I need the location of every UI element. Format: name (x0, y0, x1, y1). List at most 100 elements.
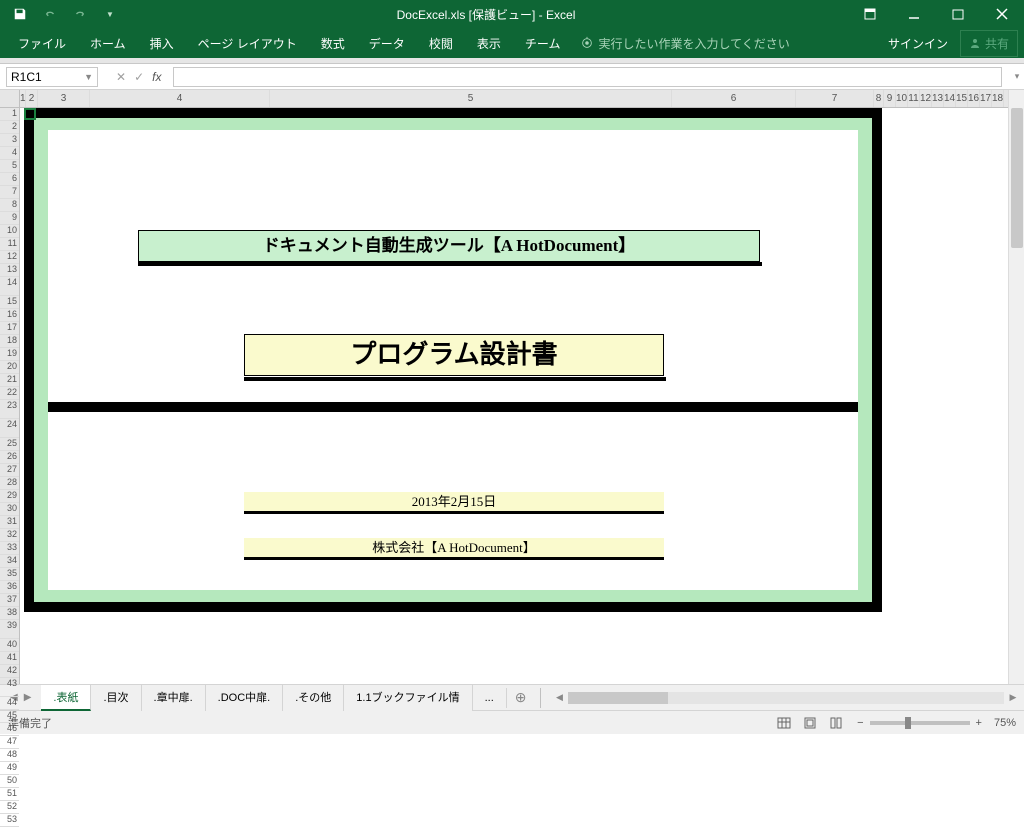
undo-button[interactable] (36, 2, 64, 26)
row-header[interactable]: 12 (0, 251, 19, 264)
row-header[interactable]: 31 (0, 516, 19, 529)
column-headers[interactable]: 123456789101112131415161718 (20, 90, 1008, 108)
column-header[interactable]: 9 (884, 90, 896, 107)
row-header[interactable]: 53 (0, 814, 19, 827)
column-header[interactable]: 11 (908, 90, 920, 107)
row-header[interactable]: 5 (0, 160, 19, 173)
column-header[interactable]: 5 (270, 90, 672, 107)
row-header[interactable]: 8 (0, 199, 19, 212)
tab-nav-next-icon[interactable]: ▶ (24, 692, 32, 703)
name-box[interactable]: R1C1▼ (6, 67, 98, 87)
row-header[interactable]: 25 (0, 438, 19, 451)
row-header[interactable]: 41 (0, 652, 19, 665)
horizontal-scroll-thumb[interactable] (568, 692, 668, 704)
cancel-formula-icon[interactable]: ✕ (116, 70, 126, 84)
column-header[interactable]: 3 (38, 90, 90, 107)
row-header[interactable]: 44 (0, 697, 19, 710)
row-header[interactable]: 9 (0, 212, 19, 225)
sign-in-button[interactable]: サインイン (876, 29, 960, 58)
sheet-tab[interactable]: .目次 (91, 685, 141, 711)
fx-icon[interactable]: fx (152, 70, 161, 84)
row-header[interactable]: 7 (0, 186, 19, 199)
zoom-out-button[interactable]: − (857, 717, 863, 729)
tab-view[interactable]: 表示 (465, 29, 513, 58)
row-header[interactable]: 32 (0, 529, 19, 542)
row-header[interactable]: 52 (0, 801, 19, 814)
column-header[interactable]: 7 (796, 90, 874, 107)
row-header[interactable]: 21 (0, 374, 19, 387)
row-header[interactable]: 43 (0, 678, 19, 697)
row-header[interactable]: 11 (0, 238, 19, 251)
sheet-tab[interactable]: .章中扉. (142, 685, 206, 711)
row-header[interactable]: 40 (0, 639, 19, 652)
hscroll-right-icon[interactable]: ▶ (1006, 692, 1020, 703)
row-header[interactable]: 35 (0, 568, 19, 581)
maximize-button[interactable] (936, 0, 980, 28)
row-header[interactable]: 14 (0, 277, 19, 296)
row-header[interactable]: 37 (0, 594, 19, 607)
row-header[interactable]: 20 (0, 361, 19, 374)
view-page-break-button[interactable] (824, 714, 848, 732)
row-header[interactable]: 6 (0, 173, 19, 186)
sheet-tab[interactable]: .表紙 (41, 685, 91, 711)
tab-formulas[interactable]: 数式 (309, 29, 357, 58)
redo-button[interactable] (66, 2, 94, 26)
row-header[interactable]: 17 (0, 322, 19, 335)
row-header[interactable]: 28 (0, 477, 19, 490)
row-header[interactable]: 51 (0, 788, 19, 801)
column-header[interactable]: 4 (90, 90, 270, 107)
column-header[interactable]: 18 (992, 90, 1004, 107)
row-header[interactable]: 3 (0, 134, 19, 147)
cell-grid[interactable]: ドキュメント自動生成ツール【A HotDocument】 プログラム設計書 20… (20, 108, 1008, 684)
minimize-button[interactable] (892, 0, 936, 28)
row-header[interactable]: 22 (0, 387, 19, 400)
row-header[interactable]: 2 (0, 121, 19, 134)
row-header[interactable]: 16 (0, 309, 19, 322)
row-header[interactable]: 4 (0, 147, 19, 160)
tab-overflow[interactable]: ... (473, 688, 507, 708)
row-header[interactable]: 1 (0, 108, 19, 121)
zoom-slider[interactable] (870, 721, 970, 725)
row-header[interactable]: 18 (0, 335, 19, 348)
row-header[interactable]: 23 (0, 400, 19, 419)
column-header[interactable]: 15 (956, 90, 968, 107)
tab-data[interactable]: データ (357, 29, 417, 58)
tab-team[interactable]: チーム (513, 29, 573, 58)
row-header[interactable]: 50 (0, 775, 19, 788)
row-header[interactable]: 42 (0, 665, 19, 678)
tab-review[interactable]: 校閲 (417, 29, 465, 58)
column-header[interactable]: 16 (968, 90, 980, 107)
row-header[interactable]: 24 (0, 419, 19, 438)
formula-input[interactable] (173, 67, 1002, 87)
select-all-corner[interactable] (0, 90, 19, 108)
row-header[interactable]: 29 (0, 490, 19, 503)
sheet-tab[interactable]: .その他 (283, 685, 344, 711)
row-header[interactable]: 15 (0, 296, 19, 309)
row-header[interactable]: 27 (0, 464, 19, 477)
hscroll-left-icon[interactable]: ◀ (552, 692, 566, 703)
view-page-layout-button[interactable] (798, 714, 822, 732)
add-sheet-button[interactable]: ⊕ (507, 689, 535, 706)
ribbon-display-button[interactable] (848, 0, 892, 28)
row-headers[interactable]: 1234567891011121314151617181920212223242… (0, 90, 20, 684)
view-normal-button[interactable] (772, 714, 796, 732)
tab-file[interactable]: ファイル (6, 29, 78, 58)
row-header[interactable]: 30 (0, 503, 19, 516)
row-header[interactable]: 48 (0, 749, 19, 762)
save-button[interactable] (6, 2, 34, 26)
share-button[interactable]: 共有 (960, 30, 1018, 57)
qat-dropdown[interactable]: ▼ (96, 2, 124, 26)
zoom-in-button[interactable]: + (976, 717, 982, 729)
column-header[interactable]: 12 (920, 90, 932, 107)
tab-page-layout[interactable]: ページ レイアウト (186, 29, 309, 58)
tab-home[interactable]: ホーム (78, 29, 138, 58)
horizontal-scrollbar[interactable]: ◀ ▶ (548, 690, 1024, 706)
column-header[interactable]: 2 (26, 90, 38, 107)
row-header[interactable]: 49 (0, 762, 19, 775)
column-header[interactable]: 13 (932, 90, 944, 107)
column-header[interactable]: 6 (672, 90, 796, 107)
zoom-control[interactable]: − + 75% (857, 717, 1016, 729)
row-header[interactable]: 33 (0, 542, 19, 555)
row-header[interactable]: 46 (0, 723, 19, 736)
column-header[interactable]: 10 (896, 90, 908, 107)
